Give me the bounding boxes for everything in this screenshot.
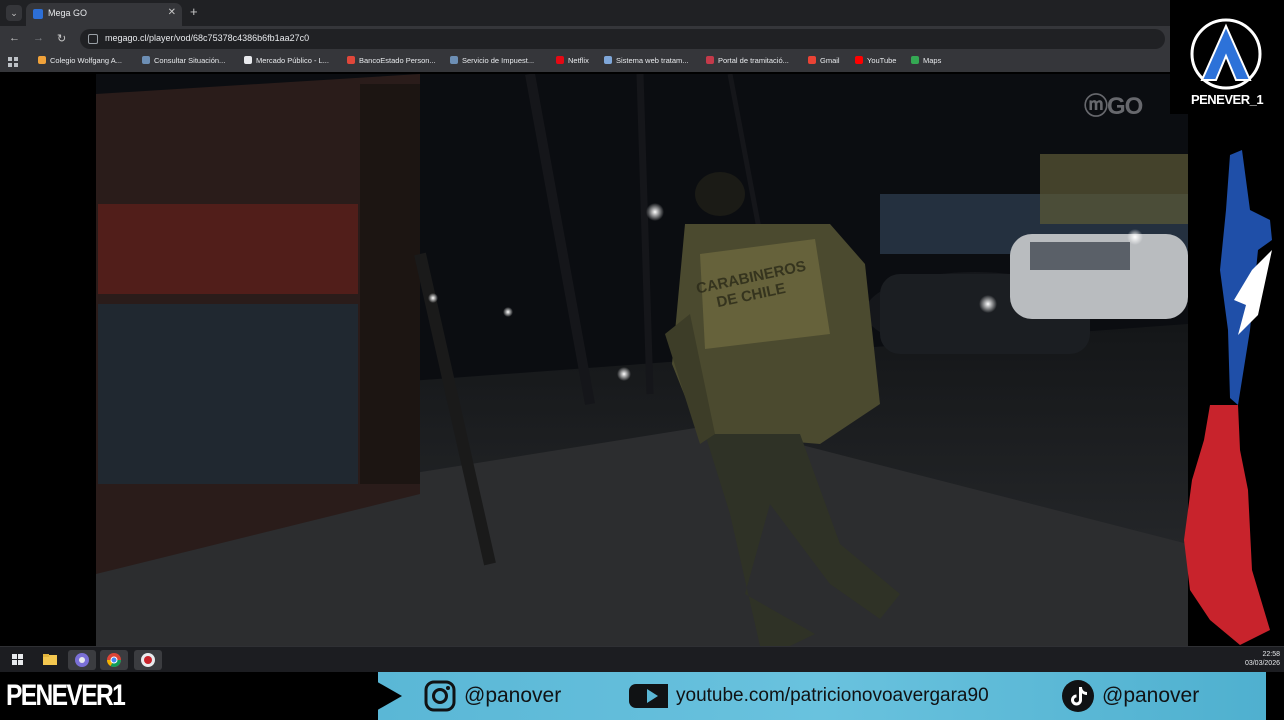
tiktok-handle: @panover xyxy=(1062,680,1262,712)
banner-notch xyxy=(360,672,402,720)
clock-date: 03/03/2026 xyxy=(1244,660,1280,667)
windows-start-button[interactable] xyxy=(4,650,32,670)
bookmark-label: Colegio Wolfgang A... xyxy=(50,56,122,65)
chile-flag-map-icon xyxy=(1184,150,1272,645)
bookmark-favicon-icon xyxy=(604,56,612,64)
mega-go-watermark: ⓜGO xyxy=(1084,93,1143,120)
social-banner: PENEVER1 @panover youtube.com/patriciono… xyxy=(0,672,1284,720)
bookmark-item[interactable]: Servicio de Impuest... xyxy=(450,56,534,68)
apps-grid-icon[interactable] xyxy=(8,57,18,67)
tab-search-button[interactable]: ⌄ xyxy=(6,5,22,21)
bookmark-favicon-icon xyxy=(347,56,355,64)
bookmark-favicon-icon xyxy=(450,56,458,64)
taskbar: 22:58 03/03/2026 xyxy=(0,646,1284,672)
instagram-icon xyxy=(424,680,456,712)
new-tab-button[interactable]: + xyxy=(190,4,198,19)
back-button[interactable]: ← xyxy=(9,32,20,44)
bookmark-label: Gmail xyxy=(820,56,840,65)
tiktok-label: @panover xyxy=(1102,684,1200,707)
bookmark-item[interactable]: Sistema web tratam... xyxy=(604,56,689,68)
bookmark-favicon-icon xyxy=(808,56,816,64)
instagram-label: @panover xyxy=(464,684,562,707)
record-icon xyxy=(141,653,155,667)
bookmark-favicon-icon xyxy=(244,56,252,64)
chrome-icon xyxy=(107,653,121,667)
bookmark-label: Portal de tramitació... xyxy=(718,56,789,65)
bookmark-item[interactable]: Maps xyxy=(911,56,941,68)
bookmark-label: Maps xyxy=(923,56,942,65)
bookmark-item[interactable]: Gmail xyxy=(808,56,840,68)
reload-button[interactable]: ↻ xyxy=(57,32,66,45)
bookmark-item[interactable]: Portal de tramitació... xyxy=(706,56,789,68)
bookmark-item[interactable]: BancoEstado Person... xyxy=(347,56,436,68)
clock-time: 22:58 xyxy=(1262,651,1280,658)
bookmark-favicon-icon xyxy=(142,56,150,64)
mega-favicon-icon xyxy=(33,9,43,19)
forward-button[interactable]: → xyxy=(33,32,44,44)
bookmark-item[interactable]: Consultar Situación... xyxy=(142,56,225,68)
banner-channel-name: PENEVER1 xyxy=(6,679,126,712)
bookmarks-bar: Colegio Wolfgang A... Consultar Situación… xyxy=(0,52,1170,72)
bookmark-item[interactable]: Netflix xyxy=(556,56,589,68)
windows-icon xyxy=(12,654,23,665)
bookmark-label: Netflix xyxy=(568,56,589,65)
browser-window: ⌄ Mega GO ✕ + ← → ↻ megago.cl/player/vod… xyxy=(0,0,1188,646)
bookmark-favicon-icon xyxy=(855,56,863,64)
url-field[interactable]: megago.cl/player/vod/68c75378c4386b6fb1a… xyxy=(80,29,1165,49)
tiktok-icon xyxy=(1062,680,1094,712)
tab-strip: ⌄ Mega GO ✕ + xyxy=(0,0,1170,26)
bookmark-favicon-icon xyxy=(706,56,714,64)
youtube-channel: youtube.com/patricionovoavergara90 xyxy=(622,680,1042,712)
watermark-text: GO xyxy=(1107,93,1143,120)
bookmark-label: Sistema web tratam... xyxy=(616,56,689,65)
brand-name: PENEVER_1 xyxy=(1190,92,1264,107)
recorder-button[interactable] xyxy=(134,650,162,670)
address-bar: ← → ↻ megago.cl/player/vod/68c75378c4386… xyxy=(0,26,1170,52)
bookmark-label: Mercado Público - L... xyxy=(256,56,329,65)
chrome-button[interactable] xyxy=(100,650,128,670)
url-text: megago.cl/player/vod/68c75378c4386b6fb1a… xyxy=(105,33,310,43)
bookmark-label: YouTube xyxy=(867,56,897,65)
system-clock[interactable]: 22:58 03/03/2026 xyxy=(1245,650,1280,668)
youtube-icon xyxy=(629,684,668,708)
site-info-icon[interactable] xyxy=(88,34,98,44)
bookmark-label: Servicio de Impuest... xyxy=(462,56,535,65)
bookmark-item[interactable]: Colegio Wolfgang A... xyxy=(38,56,122,68)
instagram-handle: @panover xyxy=(424,680,604,712)
penever-logo-icon xyxy=(1190,18,1262,90)
folder-icon xyxy=(43,654,57,665)
bookmark-favicon-icon xyxy=(556,56,564,64)
chrome-profile-icon xyxy=(75,653,89,667)
youtube-label: youtube.com/patricionovoavergara90 xyxy=(676,685,989,706)
tab-title: Mega GO xyxy=(48,8,88,18)
close-icon[interactable]: ✕ xyxy=(168,7,176,18)
bookmark-favicon-icon xyxy=(911,56,919,64)
video-frame: CARABINEROS DE CHILE xyxy=(0,74,1188,646)
bookmark-favicon-icon xyxy=(38,56,46,64)
chrome-profile-button[interactable] xyxy=(68,650,96,670)
bookmark-item[interactable]: YouTube xyxy=(855,56,896,68)
bookmark-item[interactable]: Mercado Público - L... xyxy=(244,56,329,68)
brand-panel: PENEVER_1 xyxy=(1170,0,1284,114)
file-explorer-button[interactable] xyxy=(36,650,64,670)
video-player[interactable]: CARABINEROS DE CHILE xyxy=(0,74,1188,646)
screen: ⌄ Mega GO ✕ + ← → ↻ megago.cl/player/vod… xyxy=(0,0,1284,720)
bookmark-label: BancoEstado Person... xyxy=(359,56,436,65)
bookmark-label: Consultar Situación... xyxy=(154,56,226,65)
tab-mega-go[interactable]: Mega GO ✕ xyxy=(26,3,182,26)
